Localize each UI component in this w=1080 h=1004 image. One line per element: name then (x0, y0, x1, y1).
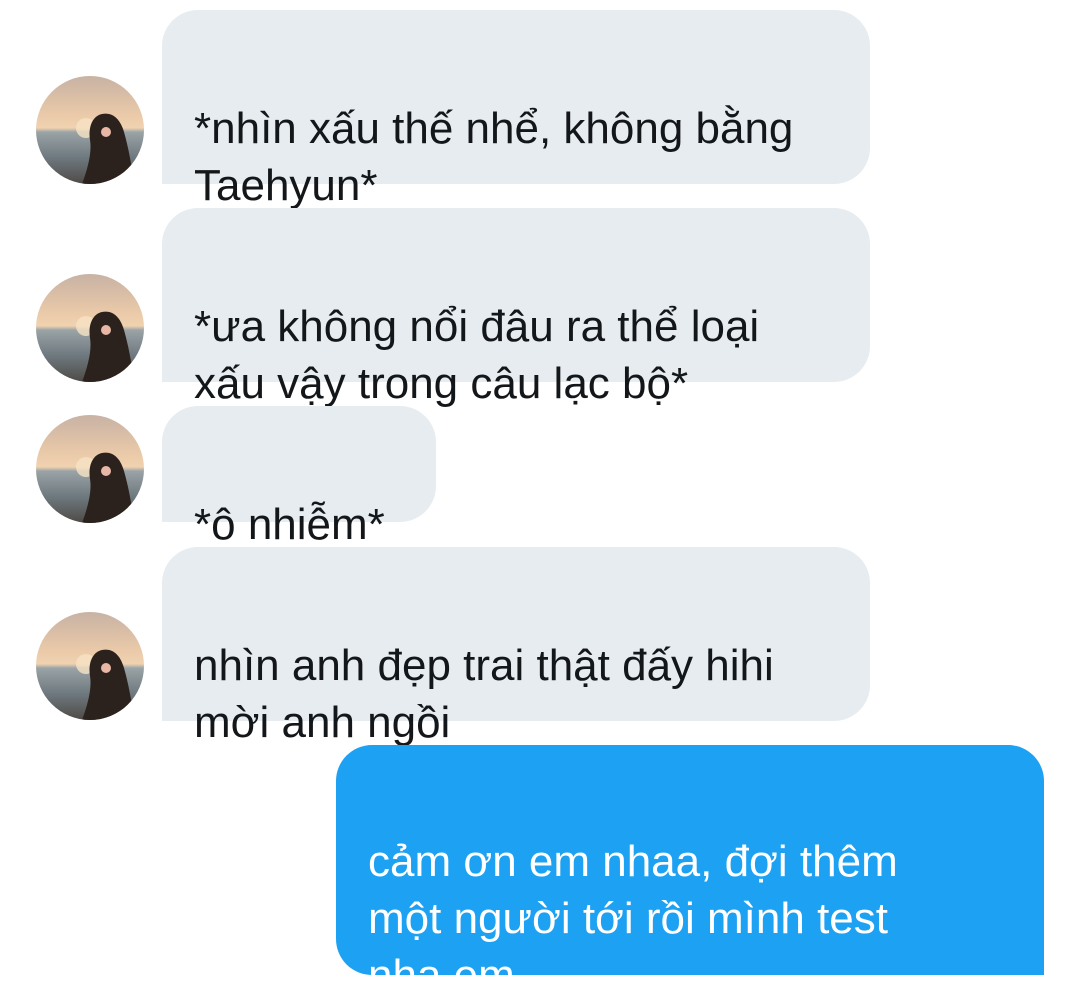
received-message-bubble[interactable]: *ưa không nổi đâu ra thể loại xấu vậy tr… (162, 208, 870, 408)
avatar-photo-icon (76, 311, 134, 382)
message-text: cảm ơn em nhaa, đợi thêm một người tới r… (368, 837, 898, 1000)
avatar[interactable] (36, 274, 144, 382)
received-message-bubble[interactable]: nhìn anh đẹp trai thật đấy hihi mời anh … (162, 547, 870, 747)
message-thread: *nhìn xấu thế nhể, không bằng Taehyun* *… (0, 0, 1080, 1000)
avatar[interactable] (36, 612, 144, 720)
message-text: nhìn anh đẹp trai thật đấy hihi mời anh … (194, 641, 774, 747)
message-text: *ô nhiễm* (194, 500, 385, 549)
received-message-bubble[interactable]: *ô nhiễm* (162, 406, 436, 549)
received-message-bubble[interactable]: *nhìn xấu thế nhể, không bằng Taehyun* (162, 10, 870, 210)
sent-message-bubble[interactable]: cảm ơn em nhaa, đợi thêm một người tới r… (336, 745, 1044, 1000)
message-text: *nhìn xấu thế nhể, không bằng Taehyun* (194, 104, 794, 210)
avatar-photo-icon (76, 452, 134, 523)
avatar-photo-icon (76, 649, 134, 720)
avatar[interactable] (36, 76, 144, 184)
avatar-photo-icon (76, 113, 134, 184)
avatar[interactable] (36, 415, 144, 523)
message-text: *ưa không nổi đâu ra thể loại xấu vậy tr… (194, 302, 760, 408)
